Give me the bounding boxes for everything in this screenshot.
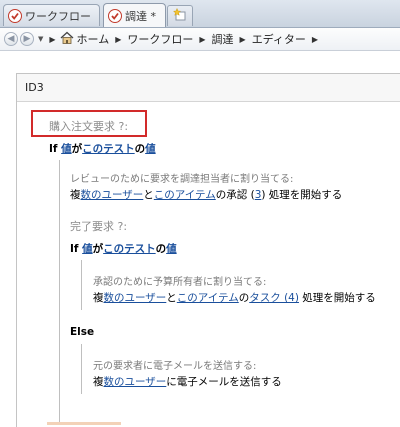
item-link[interactable]: このアイテム xyxy=(177,292,239,304)
tab-workflow[interactable]: ワークフロー xyxy=(3,4,100,26)
action-text: と xyxy=(166,292,177,304)
value-link[interactable]: 値 xyxy=(82,243,93,255)
editor-panel: ID3 購入注文要求 ?: If 値がこのテストの値 レビューのために要求を調達… xyxy=(16,73,400,427)
action-text: 複 xyxy=(93,292,104,304)
indent-guide xyxy=(59,160,60,422)
value-link[interactable]: 値 xyxy=(145,143,156,155)
action-text: に電子メールを送信する xyxy=(166,376,282,388)
panel-id-label: ID3 xyxy=(25,81,44,94)
condition-if-1: If 値がこのテストの値 xyxy=(49,141,156,156)
breadcrumb-separator-icon: ▶ xyxy=(115,34,122,44)
forward-button[interactable]: ▶ xyxy=(20,32,34,46)
action-start-task: 複数のユーザーとこのアイテムのタスク (4) 処理を開始する xyxy=(93,290,376,305)
condition-if-2: If 値がこのテストの値 xyxy=(70,241,177,256)
tab-procurement[interactable]: 調達 * xyxy=(103,3,166,27)
if-keyword: If xyxy=(49,143,62,155)
tab-label: ワークフロー xyxy=(25,9,91,23)
users-link[interactable]: 数のユーザー xyxy=(104,292,167,304)
tab-label: 調達 * xyxy=(125,9,156,23)
action-text: ) 処理を開始する xyxy=(261,189,343,201)
forward-arrow-icon: ▶ xyxy=(23,34,31,44)
panel-header: ID3 xyxy=(17,74,400,102)
breadcrumb: ▶ ホーム ▶ ワークフロー ▶ 調達 ▶ エディター ▶ xyxy=(49,29,324,49)
new-tab-button[interactable] xyxy=(167,5,193,26)
action-text: 複 xyxy=(70,189,81,201)
users-link[interactable]: 数のユーザー xyxy=(81,189,144,201)
action-send-email: 複数のユーザーに電子メールを送信する xyxy=(93,374,282,389)
breadcrumb-procurement[interactable]: 調達 xyxy=(212,31,234,47)
indent-guide xyxy=(81,344,82,394)
users-link[interactable]: 数のユーザー xyxy=(104,376,167,388)
breadcrumb-separator-icon: ▶ xyxy=(199,34,206,44)
action-text: の xyxy=(238,292,250,304)
breadcrumb-editor[interactable]: エディター xyxy=(252,31,306,47)
back-button[interactable]: ◀ xyxy=(4,32,18,46)
spacer xyxy=(0,51,400,73)
action-description: レビューのために要求を調達担当者に割り当てる: xyxy=(70,174,294,185)
action-start-approval: 複数のユーザーとこのアイテムの承認 (3) 処理を開始する xyxy=(70,187,342,202)
action-description: 元の要求者に電子メールを送信する: xyxy=(93,361,257,372)
action-text: と xyxy=(143,189,154,201)
item-link[interactable]: このアイテム xyxy=(154,189,216,201)
value-link[interactable]: 値 xyxy=(166,243,177,255)
task-link[interactable]: タスク (4) xyxy=(249,292,299,304)
action-text: 処理を開始する xyxy=(298,292,376,304)
condition-text: の xyxy=(134,143,146,155)
breadcrumb-workflow[interactable]: ワークフロー xyxy=(127,31,193,47)
action-text: の承認 ( xyxy=(215,189,255,201)
home-icon[interactable] xyxy=(60,31,74,47)
tab-strip: ワークフロー 調達 * xyxy=(0,0,400,28)
indent-guide xyxy=(81,260,82,310)
scroll-indicator xyxy=(47,422,121,425)
if-keyword: If xyxy=(70,243,83,255)
test-link[interactable]: このテスト xyxy=(103,243,156,255)
history-dropdown-icon[interactable]: ▼ xyxy=(38,35,43,43)
test-link[interactable]: このテスト xyxy=(82,143,135,155)
new-tab-star-icon xyxy=(172,7,187,25)
breadcrumb-separator-icon: ▶ xyxy=(239,34,246,44)
step-title-purchase-request[interactable]: 購入注文要求 ?: xyxy=(49,118,128,134)
action-text: 複 xyxy=(93,376,104,388)
value-link[interactable]: 値 xyxy=(61,143,72,155)
condition-text: が xyxy=(71,143,83,155)
back-arrow-icon: ◀ xyxy=(7,34,15,44)
action-description: 承認のために予算所有者に割り当てる: xyxy=(93,277,267,288)
workflow-icon xyxy=(108,8,122,23)
breadcrumb-separator-icon: ▶ xyxy=(311,34,319,44)
condition-text: が xyxy=(92,243,104,255)
breadcrumb-home[interactable]: ホーム xyxy=(77,31,110,47)
condition-text: の xyxy=(155,243,167,255)
navigation-bar: ◀ ▶ ▼ ▶ ホーム ▶ ワークフロー ▶ 調達 ▶ エディター ▶ xyxy=(0,28,400,51)
step-title-complete-request[interactable]: 完了要求 ?: xyxy=(70,218,127,234)
else-keyword: Else xyxy=(70,326,95,338)
workflow-icon xyxy=(8,8,22,23)
breadcrumb-separator-icon: ▶ xyxy=(49,34,56,44)
